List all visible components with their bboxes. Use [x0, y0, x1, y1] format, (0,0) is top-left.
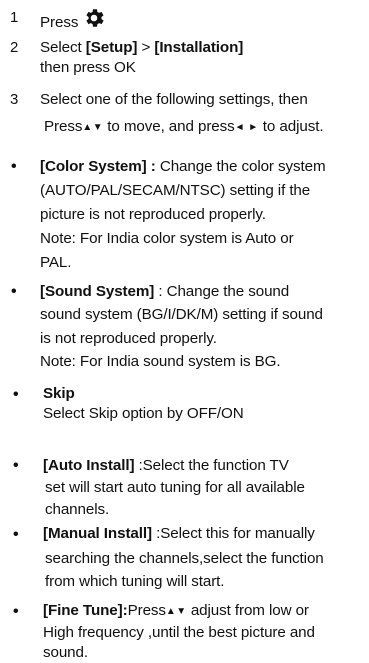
sound-system-line-3: is not reproduced properly.	[40, 330, 217, 347]
manual-install-desc: :Select this for manually	[151, 525, 315, 542]
fine-tune-line-3: sound.	[43, 644, 88, 661]
bullet-fine-tune: •	[13, 603, 19, 620]
fine-tune-title: [Fine Tune]:	[43, 602, 128, 619]
step-3-press: Press	[44, 118, 83, 135]
step-2-line-2: then press OK	[40, 59, 136, 76]
sound-system-line-2: sound system (BG/I/DK/M) setting if soun…	[40, 306, 323, 323]
bullet-color-system: •	[11, 158, 17, 175]
setup-menu-name: [Setup]	[85, 39, 138, 56]
sound-system-line-1: [Sound System] : Change the sound	[40, 283, 289, 301]
bullet-sound-system: •	[11, 283, 17, 300]
manual-page: 1 Press 2 Select [Setup] > [Installation…	[0, 0, 369, 663]
auto-install-desc: :Select the function TV	[134, 457, 289, 474]
step-2-number: 2	[10, 39, 19, 56]
step-3-line-2: Press▲▼ to move, and press◄ ► to adjust.	[44, 118, 324, 137]
auto-install-line-3: channels.	[45, 501, 110, 518]
step-1-label: Press	[40, 14, 79, 31]
color-system-line-3: picture is not reproduced properly.	[40, 206, 266, 223]
skip-title: Skip	[43, 385, 75, 402]
color-system-line-4: Note: For India color system is Auto or	[40, 230, 294, 247]
fine-tune-line-1: [Fine Tune]:Press▲▼ adjust from low or	[43, 602, 309, 621]
auto-install-line-1: [Auto Install] :Select the function TV	[43, 457, 289, 475]
color-system-line-2: (AUTO/PAL/SECAM/NTSC) setting if the	[40, 182, 311, 199]
up-down-arrows-icon: ▲▼	[165, 606, 187, 617]
step-1-number: 1	[10, 9, 19, 26]
skip-line-1: Select Skip option by OFF/ON	[43, 405, 244, 422]
fine-tune-line-2: High frequency ,until the best picture a…	[43, 624, 315, 641]
fine-tune-press: Press	[127, 602, 166, 619]
left-right-arrows-icon: ◄ ►	[234, 122, 259, 133]
auto-install-line-2: set will start auto tuning for all avail…	[45, 479, 305, 496]
up-down-arrows-icon: ▲▼	[82, 122, 104, 133]
step-2-text-a: Select	[40, 39, 86, 56]
auto-install-title: [Auto Install]	[43, 457, 135, 474]
fine-tune-desc: adjust from low or	[186, 602, 309, 619]
manual-install-line-2: searching the channels,select the functi…	[45, 550, 324, 567]
step-3-adjust: to adjust.	[258, 118, 324, 135]
manual-install-line-3: from which tuning will start.	[45, 573, 225, 590]
color-system-title: [Color System] :	[40, 158, 156, 175]
color-system-line-1: [Color System] : Change the color system	[40, 158, 326, 176]
skip-title-line: Skip	[43, 385, 75, 403]
sound-system-title: [Sound System]	[40, 283, 155, 300]
step-1-text: Press	[40, 9, 106, 32]
color-system-desc: Change the color system	[155, 158, 326, 175]
sound-system-line-4: Note: For India sound system is BG.	[40, 353, 281, 370]
bullet-manual-install: •	[13, 526, 19, 543]
color-system-line-5: PAL.	[40, 254, 72, 271]
gear-icon	[82, 9, 106, 27]
manual-install-line-1: [Manual Install] :Select this for manual…	[43, 525, 315, 543]
bullet-auto-install: •	[13, 457, 19, 474]
manual-install-title: [Manual Install]	[43, 525, 152, 542]
step-2-separator: >	[137, 39, 155, 56]
step-2-line-1: Select [Setup] > [Installation]	[40, 39, 243, 57]
sound-system-desc: : Change the sound	[154, 283, 290, 300]
bullet-skip: •	[13, 386, 19, 403]
step-3-line-1: Select one of the following settings, th…	[40, 91, 308, 108]
step-3-number: 3	[10, 91, 19, 108]
installation-menu-name: [Installation]	[154, 39, 244, 56]
step-3-move: to move, and press	[103, 118, 235, 135]
